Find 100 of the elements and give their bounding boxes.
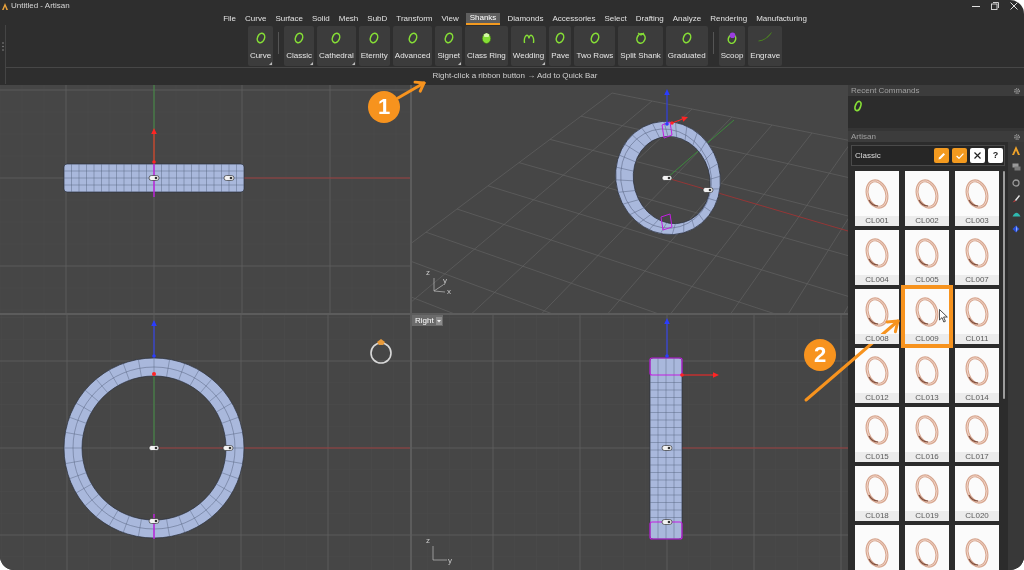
menu-tab[interactable]: Select bbox=[602, 12, 629, 25]
minimize-icon[interactable] bbox=[972, 5, 980, 7]
ribbon-button[interactable]: Two Rows bbox=[574, 26, 616, 66]
ring-thumbnail[interactable] bbox=[955, 525, 999, 570]
gizmo-arrow[interactable] bbox=[664, 89, 670, 126]
menu-tab[interactable]: Rendering bbox=[708, 12, 750, 25]
dropdown-corner-icon[interactable] bbox=[458, 62, 462, 65]
view-name-dropdown[interactable]: Right bbox=[412, 315, 443, 326]
ribbon-button[interactable]: Pave bbox=[549, 26, 572, 66]
thumbnail-label: CL019 bbox=[905, 511, 949, 521]
help-button[interactable]: ? bbox=[988, 148, 1003, 163]
menu-tab[interactable]: Curve bbox=[243, 12, 269, 25]
gear-icon[interactable] bbox=[1014, 87, 1020, 94]
control-handle[interactable] bbox=[222, 445, 234, 451]
ribbon-button[interactable]: Engrave bbox=[748, 26, 783, 66]
ring-thumbnail[interactable]: CL017 bbox=[955, 407, 999, 462]
thumbnail-label: CL020 bbox=[955, 511, 999, 521]
ring-thumbnail[interactable]: CL002 bbox=[905, 171, 949, 226]
ribbon-button[interactable]: Scoop bbox=[718, 26, 746, 66]
ribbon-button[interactable]: Curve bbox=[247, 26, 274, 66]
gizmo-arrow[interactable] bbox=[151, 128, 157, 164]
menu-tab[interactable]: Surface bbox=[273, 12, 305, 25]
control-handle[interactable] bbox=[223, 175, 235, 181]
panel-title: Artisan bbox=[851, 132, 876, 141]
ring-thumbnail[interactable]: CL005 bbox=[905, 230, 949, 285]
ribbon-button[interactable]: Class Ring bbox=[465, 26, 508, 66]
menu-tab[interactable]: SubD bbox=[365, 12, 390, 25]
layers-icon[interactable] bbox=[1011, 163, 1021, 171]
gizmo-arrow[interactable] bbox=[670, 116, 688, 125]
ring-thumbnail[interactable]: CL008 bbox=[855, 289, 899, 344]
ring-thumbnail[interactable]: CL018 bbox=[855, 466, 899, 521]
menu-tab[interactable]: Solid bbox=[309, 12, 332, 25]
menu-tab[interactable]: Drafting bbox=[633, 12, 666, 25]
dropdown-corner-icon[interactable] bbox=[269, 62, 273, 65]
ribbon-button[interactable]: Split Shank bbox=[618, 26, 663, 66]
menu-tab[interactable]: Transform bbox=[394, 12, 435, 25]
ribbon-button[interactable]: Classic bbox=[284, 26, 314, 66]
leaf-icon bbox=[758, 32, 773, 42]
ring-thumbnail[interactable]: CL016 bbox=[905, 407, 949, 462]
edit-button[interactable] bbox=[934, 148, 949, 163]
menu-tab[interactable]: Mesh bbox=[336, 12, 361, 25]
cancel-button[interactable] bbox=[970, 148, 985, 163]
menu-tab[interactable]: View bbox=[439, 12, 461, 25]
ring-thumbnail[interactable]: CL012 bbox=[855, 348, 899, 403]
menu-tab[interactable]: Analyze bbox=[670, 12, 704, 25]
ring-icon[interactable] bbox=[854, 100, 862, 112]
ring-icon bbox=[255, 32, 266, 44]
ribbon-button[interactable]: Cathedral bbox=[317, 26, 356, 66]
ribbon-button[interactable]: Advanced bbox=[392, 26, 433, 66]
dome-icon[interactable] bbox=[1011, 211, 1021, 217]
control-handle[interactable] bbox=[148, 175, 160, 181]
menu-tab[interactable]: Manufacturing bbox=[754, 12, 809, 25]
triangle-logo-icon[interactable] bbox=[1012, 146, 1020, 155]
ring-thumbnail[interactable] bbox=[855, 525, 899, 570]
restore-icon[interactable] bbox=[991, 2, 999, 10]
gizmo-arrow[interactable] bbox=[680, 372, 719, 378]
ribbon-button[interactable]: Wedding bbox=[510, 26, 547, 66]
ring-thumbnail[interactable] bbox=[905, 525, 949, 570]
ring-thumbnail[interactable]: CL011 bbox=[955, 289, 999, 344]
ring-thumbnail[interactable]: CL020 bbox=[955, 466, 999, 521]
panel-title: Recent Commands bbox=[851, 86, 920, 95]
control-handle[interactable] bbox=[661, 445, 673, 451]
ring-thumbnail[interactable]: CL013 bbox=[905, 348, 949, 403]
brush-icon[interactable] bbox=[1012, 195, 1020, 203]
dropdown-corner-icon[interactable] bbox=[351, 62, 355, 65]
menu-tab[interactable]: File bbox=[221, 12, 239, 25]
gear-icon[interactable] bbox=[1014, 133, 1020, 140]
gem-icon[interactable] bbox=[1012, 225, 1020, 233]
ribbon-button[interactable]: Graduated bbox=[665, 26, 708, 66]
filled-ring-icon bbox=[480, 32, 492, 44]
axis-letter: y bbox=[448, 557, 452, 565]
window-title: Untitled - Artisan bbox=[11, 2, 70, 10]
menu-tab[interactable]: Accessories bbox=[550, 12, 598, 25]
close-icon[interactable] bbox=[1010, 2, 1018, 10]
ribbon-button[interactable]: Eternity bbox=[358, 26, 390, 66]
control-handle[interactable] bbox=[702, 187, 714, 193]
ring-icon bbox=[407, 32, 418, 44]
seam-marker bbox=[661, 121, 673, 139]
ring-thumbnail[interactable]: CL004 bbox=[855, 230, 899, 285]
dropdown-corner-icon[interactable] bbox=[310, 62, 313, 65]
menu-tab[interactable]: Diamonds bbox=[505, 12, 546, 25]
thumbnail-label: CL007 bbox=[955, 275, 999, 285]
ring-thumbnail[interactable]: CL014 bbox=[955, 348, 999, 403]
ring-thumbnail[interactable]: CL009 bbox=[905, 289, 949, 344]
control-handle[interactable] bbox=[148, 445, 160, 451]
dropdown-corner-icon[interactable] bbox=[542, 62, 546, 65]
ring-thumbnail[interactable]: CL015 bbox=[855, 407, 899, 462]
check-icon bbox=[955, 152, 964, 159]
control-handle[interactable] bbox=[661, 175, 673, 181]
ribbon-button[interactable]: Signet bbox=[435, 26, 463, 66]
ring-outline-icon[interactable] bbox=[1012, 179, 1020, 187]
control-handle[interactable] bbox=[148, 518, 160, 524]
scrollbar-thumb[interactable] bbox=[1003, 171, 1005, 399]
thumbnail-label: CL018 bbox=[855, 511, 899, 521]
ring-thumbnail[interactable]: CL019 bbox=[905, 466, 949, 521]
control-handle[interactable] bbox=[661, 519, 673, 525]
ring-thumbnail[interactable]: CL007 bbox=[955, 230, 999, 285]
ring-thumbnail[interactable]: CL003 bbox=[955, 171, 999, 226]
menu-tab[interactable]: Shanks bbox=[465, 12, 501, 25]
ring-thumbnail[interactable]: CL001 bbox=[855, 171, 899, 226]
